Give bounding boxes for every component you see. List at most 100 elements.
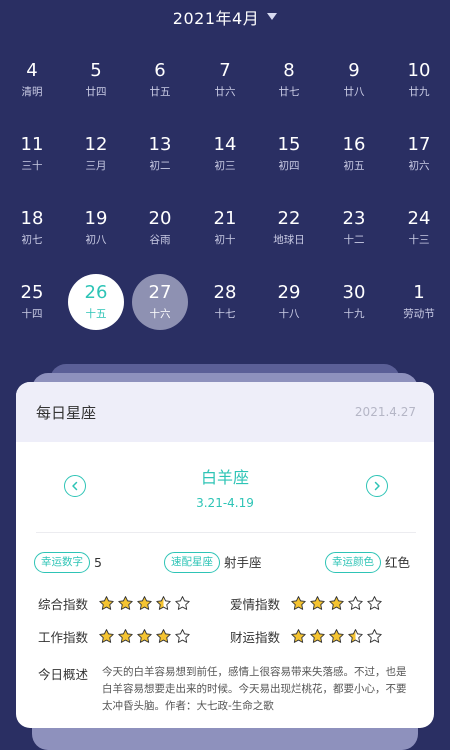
calendar-day[interactable]: 14 初三 xyxy=(197,126,253,182)
calendar-week-row: 18 初七 19 初八 20 谷雨 21 初十 22 地球日 23 十二 24 十三 xyxy=(0,200,450,274)
calendar-day[interactable]: 25 十四 xyxy=(4,274,60,330)
day-lunar-label: 地球日 xyxy=(273,234,305,246)
next-sign-button[interactable] xyxy=(366,475,388,497)
calendar-day[interactable]: 24 十三 xyxy=(391,200,447,256)
calendar-day[interactable]: 29 十八 xyxy=(261,274,317,330)
lucky-color-tag: 幸运颜色 xyxy=(325,552,381,573)
calendar-day[interactable]: 28 十七 xyxy=(197,274,253,330)
sign-selector: 白羊座 3.21-4.19 xyxy=(16,442,434,532)
day-lunar-label: 三月 xyxy=(85,160,107,172)
day-lunar-label: 初三 xyxy=(214,160,236,172)
lucky-number-value: 5 xyxy=(94,555,102,570)
day-lunar-label: 谷雨 xyxy=(149,234,171,246)
day-lunar-label: 十四 xyxy=(21,308,43,320)
card-header: 每日星座 2021.4.27 xyxy=(16,382,434,442)
day-lunar-label: 十二 xyxy=(343,234,365,246)
lucky-color-value: 红色 xyxy=(385,555,411,570)
calendar-day[interactable]: 13 初二 xyxy=(132,126,188,182)
calendar-day[interactable]: 19 初八 xyxy=(68,200,124,256)
day-number: 29 xyxy=(277,282,301,303)
day-lunar-label: 廿六 xyxy=(214,86,236,98)
calendar-day[interactable]: 9 廿八 xyxy=(326,52,382,108)
calendar-day[interactable]: 5 廿四 xyxy=(68,52,124,108)
day-number: 24 xyxy=(407,208,431,229)
calendar-day[interactable]: 20 谷雨 xyxy=(132,200,188,256)
star-icon xyxy=(310,596,325,610)
star-icon xyxy=(137,629,152,643)
rating-wealth: 财运指数 xyxy=(230,627,385,646)
star-icon xyxy=(310,629,325,643)
star-icon xyxy=(137,596,152,610)
calendar-day[interactable]: 1 劳动节 xyxy=(391,274,447,330)
card-title: 每日星座 xyxy=(36,403,97,422)
day-lunar-label: 初八 xyxy=(85,234,107,246)
calendar-day[interactable]: 23 十二 xyxy=(326,200,382,256)
calendar-day[interactable]: 15 初四 xyxy=(261,126,317,182)
month-title[interactable]: 2021年4月 xyxy=(173,5,259,29)
caret-down-icon[interactable] xyxy=(267,12,278,20)
star-icon xyxy=(118,596,133,610)
sign-date-range: 3.21-4.19 xyxy=(196,496,254,510)
day-lunar-label: 初七 xyxy=(21,234,43,246)
star-icon xyxy=(367,596,382,610)
day-lunar-label: 十九 xyxy=(343,308,365,320)
day-number: 8 xyxy=(283,60,295,81)
match-sign-value: 射手座 xyxy=(224,555,262,570)
calendar-day[interactable]: 21 初十 xyxy=(197,200,253,256)
day-number: 23 xyxy=(342,208,366,229)
day-lunar-label: 十五 xyxy=(85,308,107,320)
calendar-day[interactable]: 4 清明 xyxy=(4,52,60,108)
calendar-day-selected[interactable]: 27 十六 xyxy=(132,274,188,330)
day-number: 27 xyxy=(148,282,172,303)
calendar-day[interactable]: 30 十九 xyxy=(326,274,382,330)
rating-label: 财运指数 xyxy=(230,630,281,645)
calendar-day[interactable]: 22 地球日 xyxy=(261,200,317,256)
rating-row: 综合指数 爱情指数 xyxy=(38,594,418,614)
star-icon xyxy=(156,596,171,610)
month-header[interactable]: 2021年4月 xyxy=(0,0,450,34)
calendar-week-row: 11 三十 12 三月 13 初二 14 初三 15 初四 16 初五 17 初六 xyxy=(0,126,450,200)
calendar-day[interactable]: 6 廿五 xyxy=(132,52,188,108)
calendar-day[interactable]: 10 廿九 xyxy=(391,52,447,108)
divider xyxy=(36,532,416,533)
day-number: 13 xyxy=(148,134,172,155)
day-lunar-label: 初六 xyxy=(408,160,430,172)
star-icon xyxy=(175,629,190,643)
calendar-day[interactable]: 17 初六 xyxy=(391,126,447,182)
lucky-info-row: 幸运数字 5 速配星座 射手座 幸运颜色 红色 xyxy=(34,550,418,574)
calendar-day[interactable]: 8 廿七 xyxy=(261,52,317,108)
lucky-number-tag: 幸运数字 xyxy=(34,552,90,573)
calendar-day[interactable]: 18 初七 xyxy=(4,200,60,256)
calendar-week-row: 25 十四 26 十五 27 十六 28 十七 29 十八 30 十九 1 劳动节 xyxy=(0,274,450,348)
day-lunar-label: 廿八 xyxy=(343,86,365,98)
calendar-week-row: 4 清明 5 廿四 6 廿五 7 廿六 8 廿七 9 廿八 10 廿九 xyxy=(0,52,450,126)
calendar-day[interactable]: 16 初五 xyxy=(326,126,382,182)
calendar-day[interactable]: 12 三月 xyxy=(68,126,124,182)
star-icon xyxy=(99,596,114,610)
day-number: 18 xyxy=(20,208,44,229)
star-icon xyxy=(329,596,344,610)
day-number: 25 xyxy=(20,282,44,303)
calendar-day[interactable]: 11 三十 xyxy=(4,126,60,182)
day-lunar-label: 初五 xyxy=(343,160,365,172)
day-lunar-label: 三十 xyxy=(21,160,43,172)
calendar-day[interactable]: 7 廿六 xyxy=(197,52,253,108)
day-lunar-label: 清明 xyxy=(21,86,43,98)
day-lunar-label: 廿四 xyxy=(85,86,107,98)
day-number: 7 xyxy=(219,60,231,81)
star-rating xyxy=(98,628,193,645)
star-icon xyxy=(291,596,306,610)
summary-label: 今日概述 xyxy=(38,667,89,682)
day-lunar-label: 劳动节 xyxy=(403,308,435,320)
day-lunar-label: 廿五 xyxy=(149,86,171,98)
star-rating xyxy=(290,595,385,612)
day-number: 11 xyxy=(20,134,44,155)
star-rating xyxy=(290,628,385,645)
day-number: 22 xyxy=(277,208,301,229)
star-icon xyxy=(348,629,363,643)
day-number: 4 xyxy=(26,60,38,81)
star-icon xyxy=(291,629,306,643)
calendar-day-today[interactable]: 26 十五 xyxy=(68,274,124,330)
star-icon xyxy=(348,596,363,610)
rating-overall: 综合指数 xyxy=(38,594,193,613)
